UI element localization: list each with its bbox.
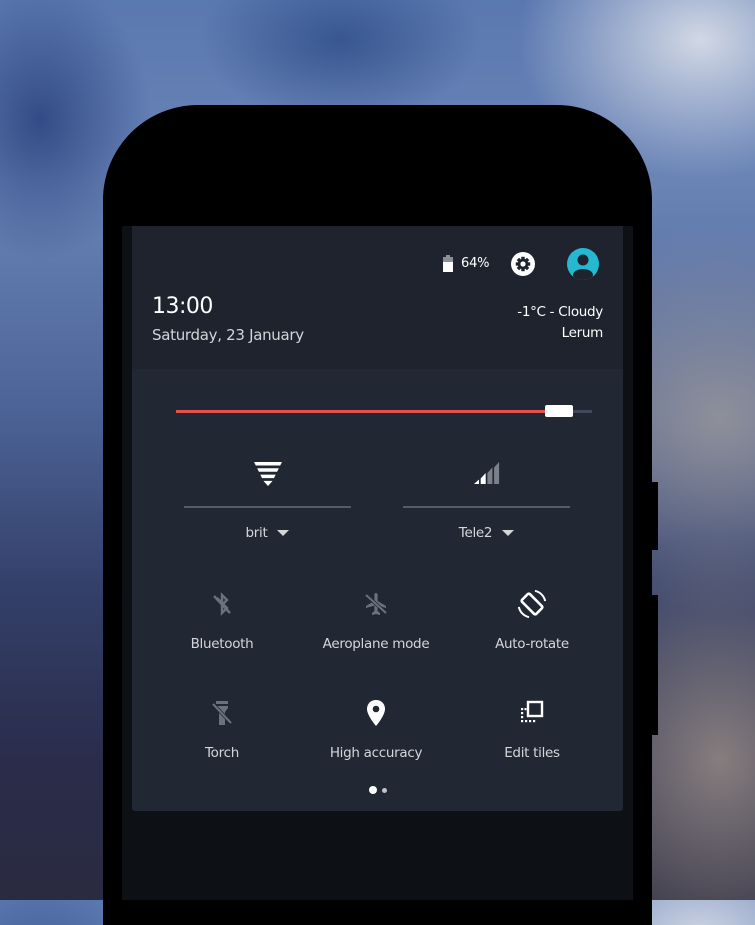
signal-bar xyxy=(480,473,486,484)
wifi-divider xyxy=(184,506,351,508)
account-circle-icon[interactable] xyxy=(567,248,599,280)
battery-percentage: 64% xyxy=(461,256,490,271)
brightness-fill xyxy=(176,410,547,413)
wifi-tile[interactable]: brit xyxy=(184,462,351,546)
tile-auto-rotate[interactable]: Auto-rotate xyxy=(457,589,607,671)
signal-bar xyxy=(473,479,479,484)
location-pin-icon xyxy=(365,699,387,731)
weather-location: Lerum xyxy=(561,325,604,341)
tile-torch[interactable]: Torch xyxy=(147,700,297,780)
chevron-down-icon xyxy=(502,530,515,536)
page-dot[interactable] xyxy=(368,786,377,794)
bluetooth-disabled-icon xyxy=(210,591,234,621)
chevron-down-icon xyxy=(277,530,290,536)
clock-time[interactable]: 13:00 xyxy=(152,294,213,319)
tile-label: Bluetooth xyxy=(190,636,254,652)
carrier-dropdown[interactable]: Tele2 xyxy=(403,525,570,541)
page-dot[interactable] xyxy=(381,787,387,793)
carrier-name: Tele2 xyxy=(458,525,493,541)
edit-tiles-icon xyxy=(518,699,546,731)
battery-status[interactable]: 64% xyxy=(443,255,489,272)
weather-summary[interactable]: -1°C - Cloudy xyxy=(517,304,603,320)
cellular-signal-icon[interactable] xyxy=(473,462,500,492)
power-button xyxy=(652,482,658,550)
notification-header: 64% 13:00 Saturday, 23 January -1°C - Cl… xyxy=(132,226,623,369)
tile-label: High accuracy xyxy=(329,745,423,761)
screen-rotation-icon xyxy=(517,589,547,623)
signal-bar xyxy=(493,462,499,484)
tile-bluetooth[interactable]: Bluetooth xyxy=(147,591,297,671)
wifi-signal-icon[interactable] xyxy=(253,462,282,492)
airplane-off-icon xyxy=(363,591,389,621)
cellular-divider xyxy=(403,506,570,508)
signal-bar xyxy=(486,467,492,484)
tile-aeroplane-mode[interactable]: Aeroplane mode xyxy=(301,591,451,671)
wifi-ssid: brit xyxy=(245,525,268,541)
tile-edit-tiles[interactable]: Edit tiles xyxy=(457,700,607,780)
wifi-network-dropdown[interactable]: brit xyxy=(184,525,351,541)
gear-icon[interactable] xyxy=(510,251,536,277)
tile-label: Torch xyxy=(205,745,239,761)
volume-button xyxy=(652,595,658,735)
cellular-tile[interactable]: Tele2 xyxy=(403,462,570,546)
tile-label: Auto-rotate xyxy=(495,636,569,652)
tile-high-accuracy[interactable]: High accuracy xyxy=(301,700,451,780)
page-indicator[interactable] xyxy=(132,786,623,794)
tile-label: Aeroplane mode xyxy=(322,636,430,652)
quick-settings-panel: 64% 13:00 Saturday, 23 January -1°C - Cl… xyxy=(132,226,623,811)
flashlight-off-icon xyxy=(210,699,234,731)
brightness-thumb[interactable] xyxy=(545,405,573,417)
tile-label: Edit tiles xyxy=(504,745,560,761)
clock-date[interactable]: Saturday, 23 January xyxy=(152,326,304,344)
battery-icon xyxy=(443,255,453,272)
brightness-slider[interactable] xyxy=(176,403,592,419)
